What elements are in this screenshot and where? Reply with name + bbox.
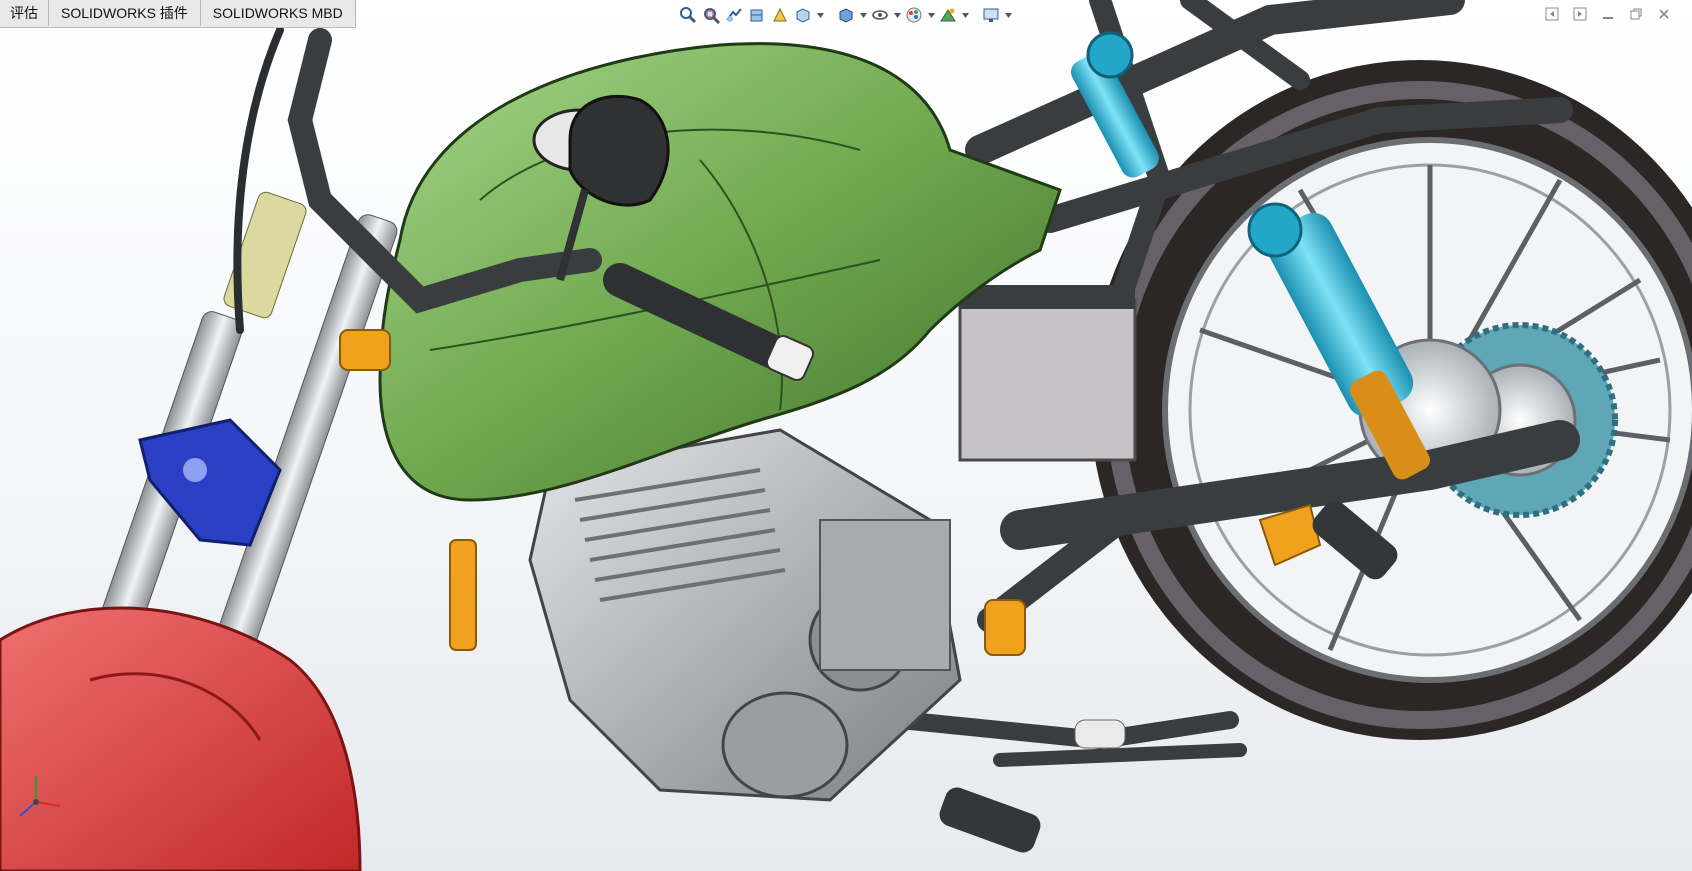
battery-box: [958, 285, 1137, 462]
chevron-down-icon[interactable]: [893, 5, 901, 25]
collapse-left-icon[interactable]: [1544, 6, 1560, 22]
previous-view-icon[interactable]: [724, 5, 744, 25]
close-icon[interactable]: [1656, 6, 1672, 22]
hide-show-items-icon[interactable]: [870, 5, 890, 25]
section-view-icon[interactable]: [747, 5, 767, 25]
apply-scene-icon[interactable]: [938, 5, 958, 25]
chevron-down-icon[interactable]: [816, 5, 824, 25]
chevron-down-icon[interactable]: [927, 5, 935, 25]
engine: [528, 428, 962, 802]
view-settings-icon[interactable]: [981, 5, 1001, 25]
edit-appearance-icon[interactable]: [904, 5, 924, 25]
tab-solidworks-addins[interactable]: SOLIDWORKS 插件: [49, 0, 201, 26]
collapse-right-icon[interactable]: [1572, 6, 1588, 22]
view-orientation-icon[interactable]: [793, 5, 813, 25]
zoom-to-area-icon[interactable]: [701, 5, 721, 25]
zoom-to-fit-icon[interactable]: [678, 5, 698, 25]
chevron-down-icon[interactable]: [859, 5, 867, 25]
tab-solidworks-mbd[interactable]: SOLIDWORKS MBD: [201, 0, 356, 26]
display-style-icon[interactable]: [836, 5, 856, 25]
command-manager-tabs: 评估 SOLIDWORKS 插件 SOLIDWORKS MBD: [0, 0, 356, 28]
motorcycle-model[interactable]: [0, 0, 1692, 871]
chevron-down-icon[interactable]: [961, 5, 969, 25]
reference-triad-icon[interactable]: [12, 770, 64, 822]
tab-evaluate[interactable]: 评估: [0, 0, 49, 26]
dynamic-annotation-icon[interactable]: [770, 5, 790, 25]
restore-icon[interactable]: [1628, 6, 1644, 22]
graphics-area[interactable]: [0, 0, 1692, 871]
minimize-icon[interactable]: [1600, 6, 1616, 22]
heads-up-view-toolbar: [678, 3, 1012, 27]
chevron-down-icon[interactable]: [1004, 5, 1012, 25]
viewport-window-controls: [1544, 6, 1672, 22]
front-fender: [0, 606, 362, 871]
